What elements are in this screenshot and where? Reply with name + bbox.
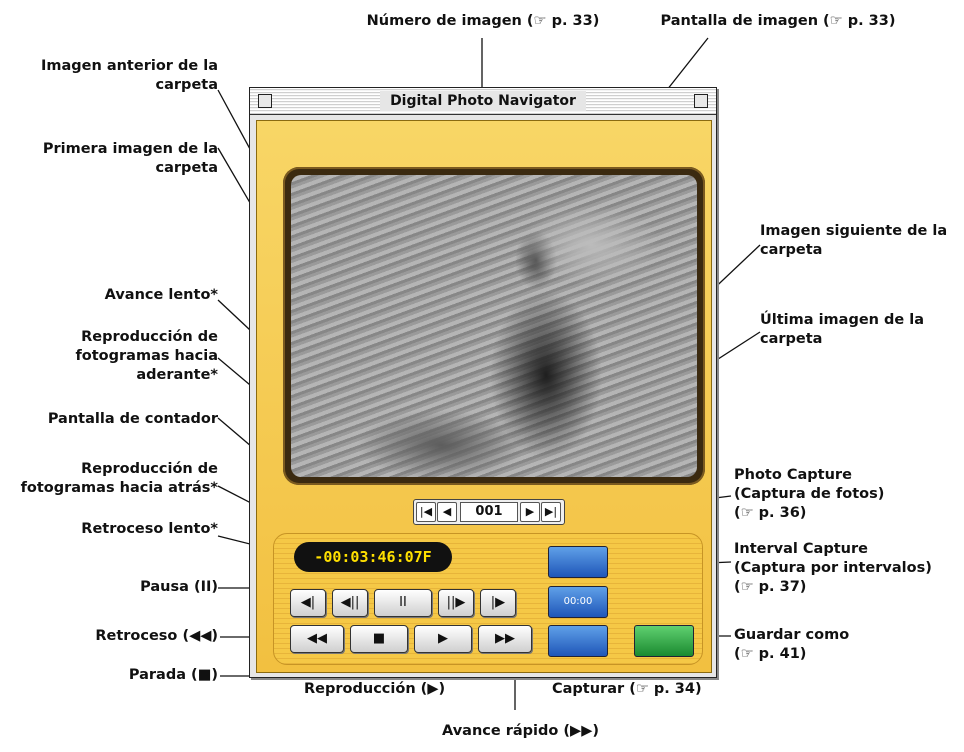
label-frame-forward: Reproducción de fotogramas hacia aderant… (0, 328, 218, 385)
save-as-button[interactable] (634, 625, 694, 657)
label-pause: Pausa (II) (140, 579, 218, 595)
image-navigator-bar: |◀ ◀ 001 ▶ ▶| (413, 499, 565, 525)
playback-controls: -00:03:46:07F ◀| ◀|| II ||▶ |▶ ◀◀ ■ ▶ ▶▶… (273, 533, 703, 665)
image-screen-frame (283, 167, 705, 485)
label-interval-capture-line3: (☞ p. 37) (734, 579, 807, 595)
label-frame-back: Reproducción de fotogramas hacia atrás* (0, 460, 218, 498)
label-slow-rewind: Retroceso lento* (81, 521, 218, 537)
label-frame-forward-line2: fotogramas hacia (75, 348, 218, 364)
play-button[interactable]: ▶ (414, 625, 472, 653)
last-image-button[interactable]: ▶| (541, 502, 561, 522)
next-image-button[interactable]: ▶ (520, 502, 540, 522)
label-first-image-line2: carpeta (155, 160, 218, 176)
label-frame-back-line2: fotogramas hacia atrás* (20, 480, 218, 496)
label-image-screen: Pantalla de imagen (☞ p. 33) (660, 13, 896, 29)
image-number: 001 (460, 502, 518, 522)
slow-forward-button[interactable]: |▶ (480, 589, 516, 617)
rewind-button[interactable]: ◀◀ (290, 625, 344, 653)
photo-capture-button[interactable] (548, 546, 608, 578)
interval-capture-button[interactable]: 00:00 (548, 586, 608, 618)
label-next-image: Imagen siguiente de la carpeta (760, 222, 947, 260)
label-frame-forward-line3: aderante* (136, 367, 218, 383)
label-photo-capture: Photo Capture (Captura de fotos) (☞ p. 3… (734, 466, 884, 523)
frame-back-button[interactable]: ◀|| (332, 589, 368, 617)
image-screen (291, 175, 697, 477)
label-prev-image: Imagen anterior de la carpeta (0, 57, 218, 95)
label-frame-back-line1: Reproducción de (81, 461, 218, 477)
label-rewind: Retroceso (◀◀) (95, 628, 218, 644)
label-interval-capture-line1: Interval Capture (734, 541, 868, 557)
label-next-image-line2: carpeta (760, 242, 823, 258)
label-stop: Parada (■) (128, 667, 218, 683)
window-title: Digital Photo Navigator (380, 91, 586, 111)
label-first-image-line1: Primera imagen de la (42, 141, 218, 157)
label-save-as: Guardar como (☞ p. 41) (734, 626, 849, 664)
first-image-button[interactable]: |◀ (416, 502, 436, 522)
close-box[interactable] (258, 94, 272, 108)
label-save-as-line1: Guardar como (734, 627, 850, 643)
label-capture: Capturar (☞ p. 34) (552, 681, 702, 697)
prev-image-button[interactable]: ◀ (437, 502, 457, 522)
label-photo-capture-line3: (☞ p. 36) (734, 505, 807, 521)
label-photo-capture-line2: (Captura de fotos) (734, 486, 885, 502)
label-next-image-line1: Imagen siguiente de la (760, 223, 948, 239)
label-last-image: Última imagen de la carpeta (760, 311, 924, 349)
label-frame-forward-line1: Reproducción de (81, 329, 218, 345)
counter-display: -00:03:46:07F (294, 542, 452, 572)
label-last-image-line1: Última imagen de la (760, 312, 925, 328)
label-last-image-line2: carpeta (760, 331, 823, 347)
label-photo-capture-line1: Photo Capture (734, 467, 852, 483)
pause-button[interactable]: II (374, 589, 432, 617)
label-prev-image-line1: Imagen anterior de la (40, 58, 218, 74)
stop-button[interactable]: ■ (350, 625, 408, 653)
label-image-number: Número de imagen (☞ p. 33) (366, 13, 600, 29)
label-prev-image-line2: carpeta (155, 77, 218, 93)
navigator-panel: |◀ ◀ 001 ▶ ▶| -00:03:46:07F ◀| ◀|| II ||… (256, 120, 712, 673)
digital-photo-navigator-window: Digital Photo Navigator |◀ ◀ 001 ▶ ▶| -0… (249, 87, 717, 678)
label-interval-capture-line2: (Captura por intervalos) (734, 560, 932, 576)
label-save-as-line2: (☞ p. 41) (734, 646, 807, 662)
label-fast-forward: Avance rápido (▶▶) (442, 723, 599, 739)
fast-forward-button[interactable]: ▶▶ (478, 625, 532, 653)
label-slow-forward: Avance lento* (104, 287, 218, 303)
title-bar[interactable]: Digital Photo Navigator (250, 88, 716, 115)
frame-forward-button[interactable]: ||▶ (438, 589, 474, 617)
label-interval-capture: Interval Capture (Captura por intervalos… (734, 540, 932, 597)
label-counter: Pantalla de contador (47, 411, 218, 427)
zoom-box[interactable] (694, 94, 708, 108)
capture-button[interactable] (548, 625, 608, 657)
slow-rewind-button[interactable]: ◀| (290, 589, 326, 617)
label-first-image: Primera imagen de la carpeta (0, 140, 218, 178)
label-play: Reproducción (▶) (304, 681, 446, 697)
